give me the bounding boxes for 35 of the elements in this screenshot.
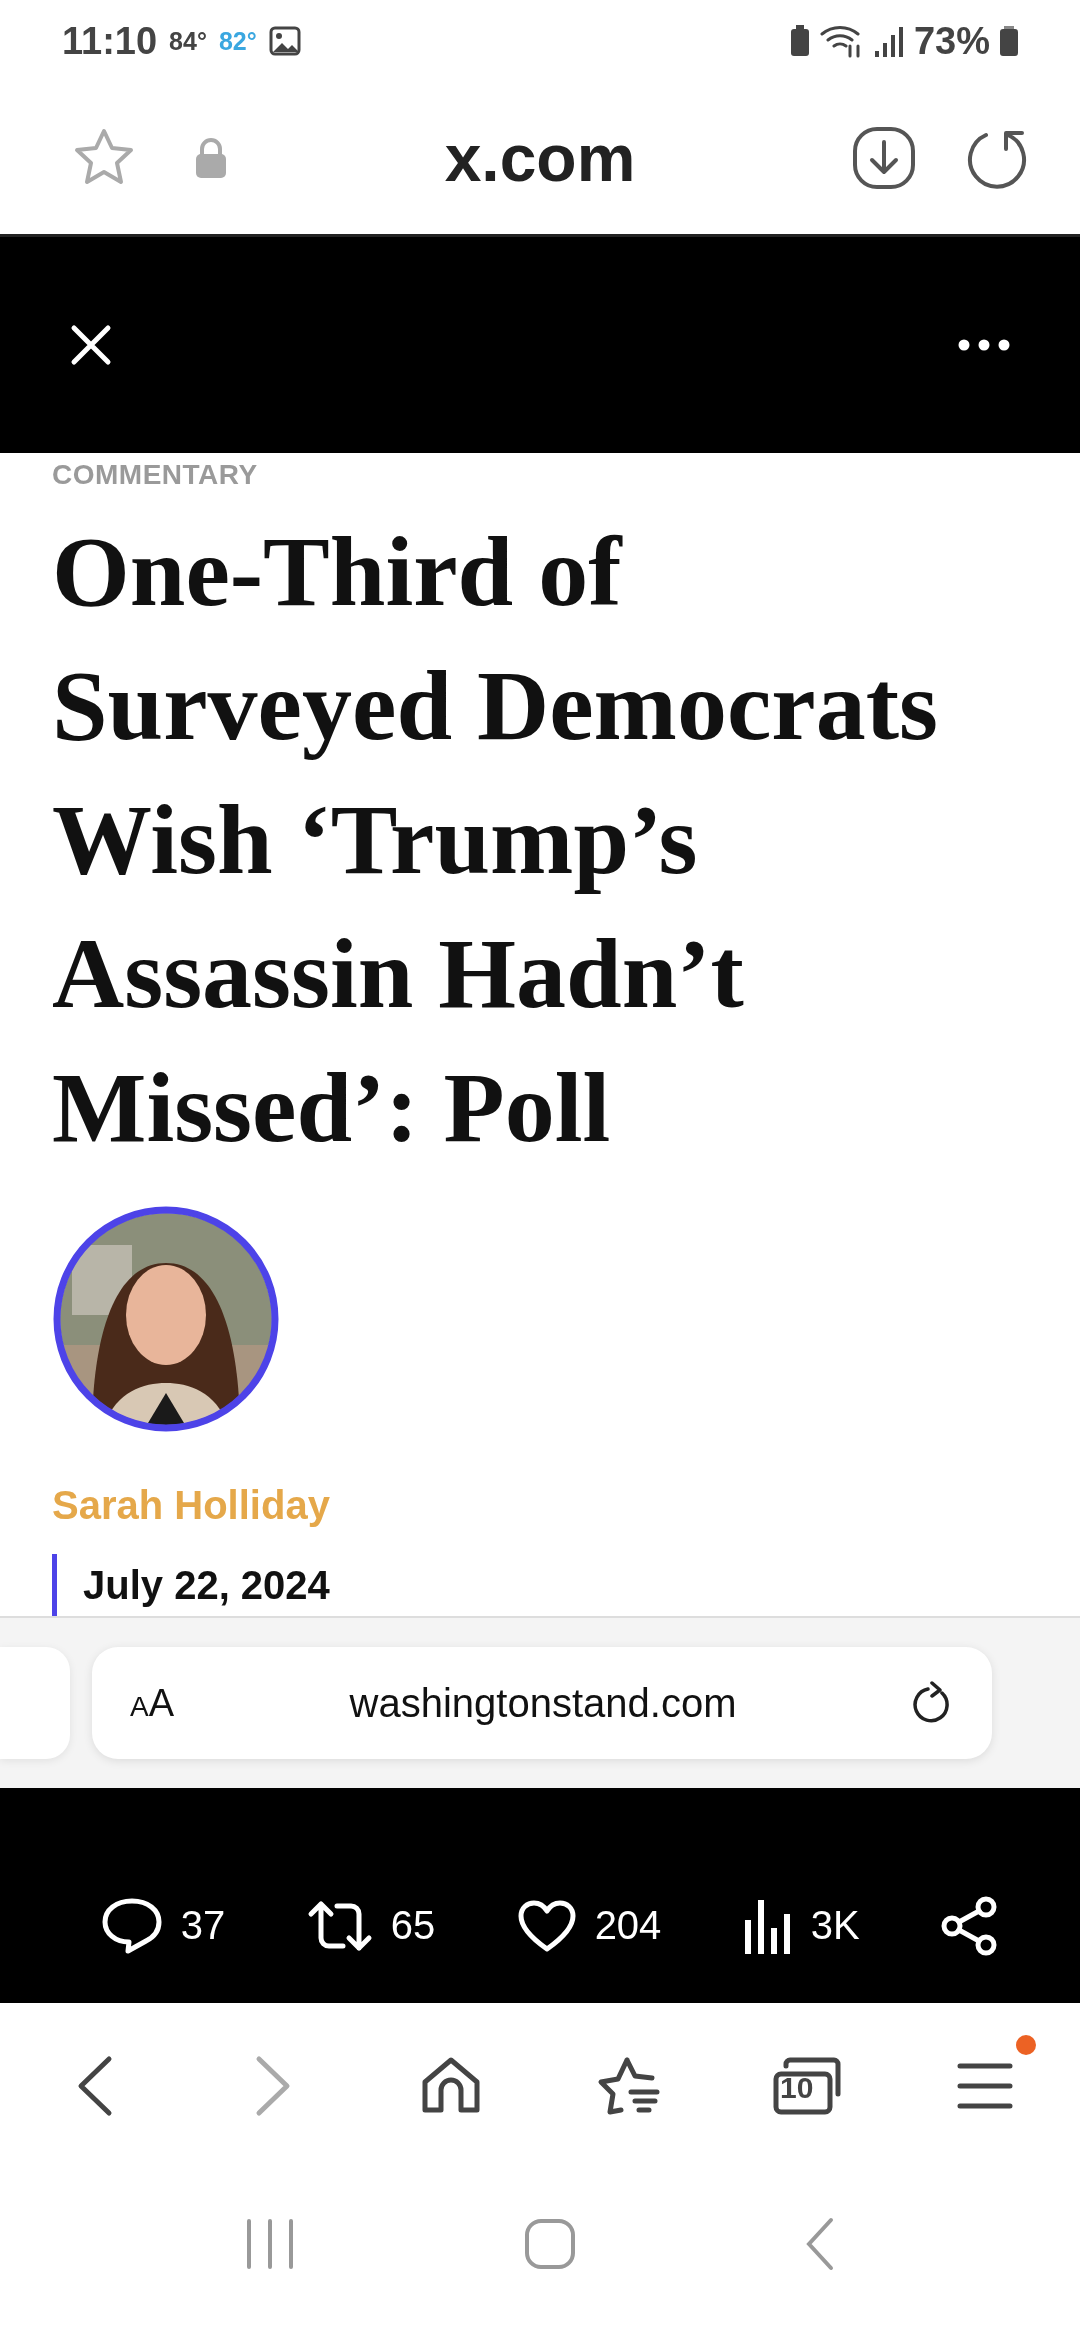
battery-icon	[1000, 26, 1018, 56]
like-button[interactable]: 204	[516, 1898, 662, 1953]
tabs-button[interactable]: 10	[752, 2030, 862, 2141]
battery-saver-icon	[789, 25, 810, 57]
views-button[interactable]: 3K	[742, 1897, 860, 1954]
temperature-high: 84°	[169, 26, 207, 56]
recent-apps-icon[interactable]	[244, 2218, 295, 2270]
image-icon	[268, 26, 301, 56]
reply-button[interactable]: 37	[100, 1896, 226, 1955]
close-icon[interactable]	[70, 324, 112, 366]
temperature-low: 82°	[218, 26, 257, 56]
text-size-button[interactable]: AA	[130, 1681, 175, 1725]
battery-percent: 73%	[913, 19, 990, 63]
article-headline: One-Third of Surveyed Democrats Wish ‘Trump’s Assassin Hadn’t Missed’: Poll	[52, 515, 939, 1165]
bar-chart-icon	[742, 1897, 793, 1954]
home-icon	[421, 2055, 481, 2116]
publish-date: July 22, 2024	[83, 1562, 330, 1608]
reload-icon[interactable]	[912, 1681, 952, 1725]
menu-icon	[957, 2061, 1013, 2110]
home-icon[interactable]	[524, 2218, 576, 2270]
star-list-icon	[597, 2055, 661, 2116]
url-text: washingtonstand.com	[348, 1680, 738, 1726]
repost-button[interactable]: 65	[306, 1897, 436, 1954]
category-label: COMMENTARY	[52, 459, 258, 491]
address-bar[interactable]: AA washingtonstand.com	[92, 1647, 992, 1759]
more-icon[interactable]	[958, 339, 1010, 351]
signal-icon	[873, 25, 904, 57]
page-domain: x.com	[444, 120, 636, 196]
speech-bubble-icon	[100, 1896, 163, 1955]
clock-time: 11:10	[62, 19, 158, 63]
download-icon[interactable]	[852, 126, 916, 190]
lock-icon	[194, 137, 228, 179]
tabs-icon	[772, 2055, 842, 2116]
heart-icon	[516, 1898, 577, 1953]
back-icon[interactable]	[805, 2217, 836, 2271]
